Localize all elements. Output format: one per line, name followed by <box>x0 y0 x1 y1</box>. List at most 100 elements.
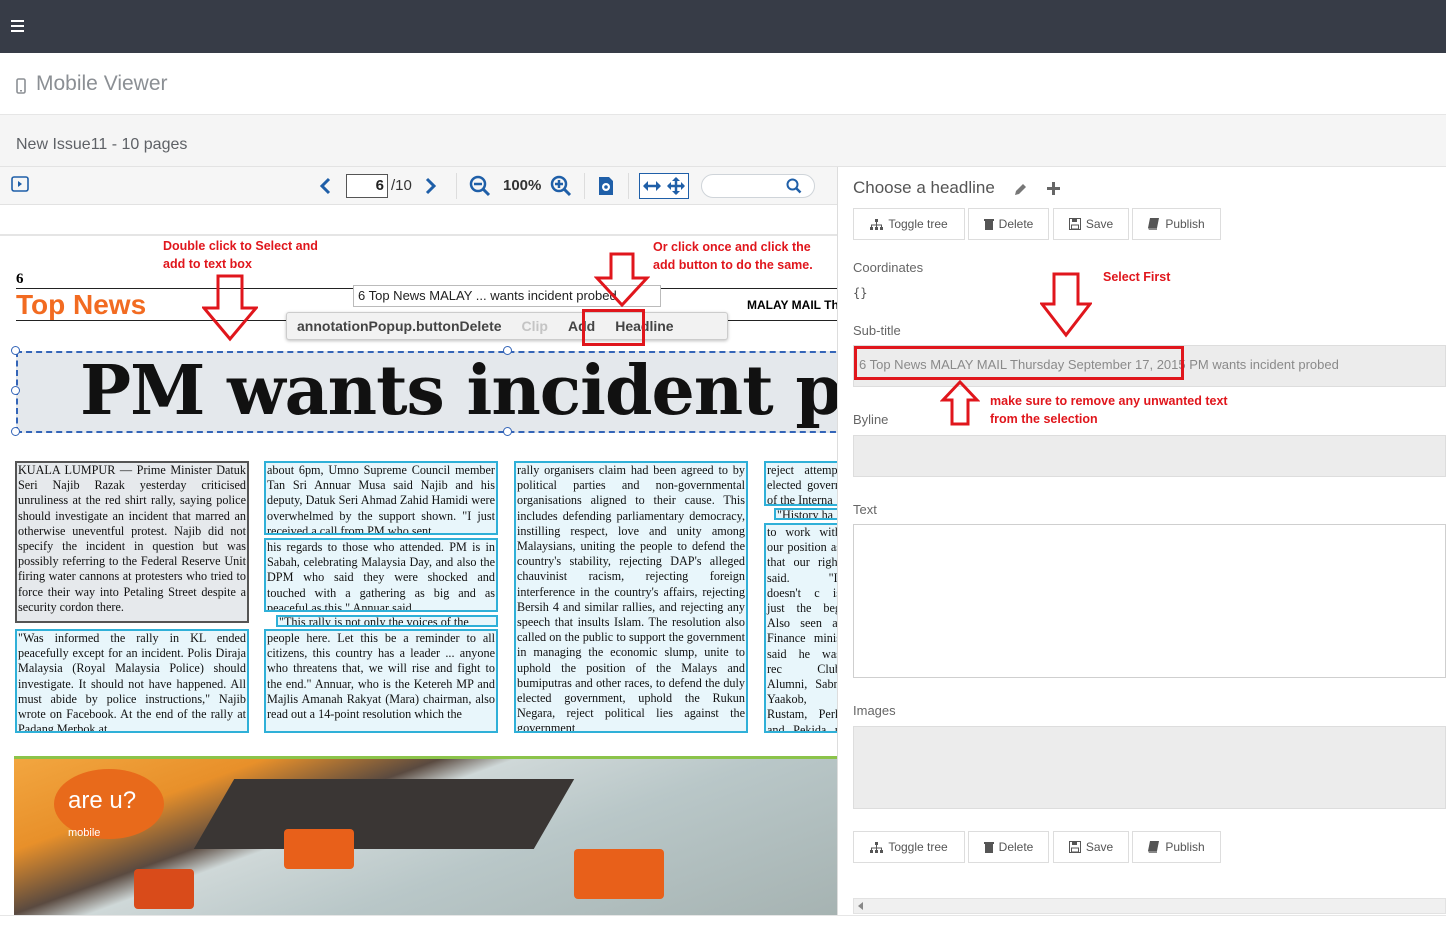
photo-sign: are u? mobile <box>54 769 164 839</box>
fit-width-icon[interactable] <box>642 178 662 194</box>
images-field[interactable] <box>853 726 1446 809</box>
coordinates-value: {} <box>853 286 868 300</box>
title-bar <box>0 53 1446 115</box>
save-button[interactable]: Save <box>1053 208 1129 240</box>
save-button-bottom[interactable]: Save <box>1053 831 1129 863</box>
resize-handle[interactable] <box>503 346 512 355</box>
toggle-tree-label: Toggle tree <box>888 840 948 854</box>
footer-strip <box>0 915 1446 936</box>
headline-selection[interactable]: PM wants incident probed <box>16 351 838 433</box>
add-plus-icon[interactable] <box>1047 182 1060 195</box>
delete-label: Delete <box>998 840 1034 854</box>
zoom-level: 100% <box>503 177 542 194</box>
popup-clip-button[interactable]: Clip <box>512 318 558 334</box>
text-field[interactable] <box>853 524 1446 678</box>
search-icon[interactable] <box>786 178 802 194</box>
trash-icon <box>983 842 994 853</box>
byline-field[interactable] <box>853 435 1446 477</box>
publish-label: Publish <box>1165 840 1205 854</box>
article-text: people here. Let this be a reminder to a… <box>267 631 495 722</box>
annotation-click-once: Or click once and click the add button to… <box>653 240 813 272</box>
scroll-left-icon[interactable] <box>858 902 864 910</box>
photo-display-counter <box>284 829 354 869</box>
zoom-out-icon[interactable] <box>469 175 491 197</box>
toolbar-separator <box>456 173 457 199</box>
page-title: Mobile Viewer <box>36 72 168 95</box>
article-block[interactable]: "Was informed the rally in KL ended peac… <box>15 629 249 733</box>
article-block[interactable]: to work with our position as that our ri… <box>764 523 838 733</box>
headline-text: PM wants incident probed <box>80 351 838 431</box>
toolbar-separator <box>584 173 585 199</box>
annotation-double-click: Double click to Select and add to text bo… <box>163 239 318 271</box>
toolbar-separator <box>628 173 629 199</box>
document-settings-icon[interactable] <box>597 176 615 196</box>
delete-button[interactable]: Delete <box>968 208 1049 240</box>
article-block[interactable]: KUALA LUMPUR — Prime Minister Datuk Seri… <box>15 461 249 623</box>
paper-masthead: MALAY MAIL Th <box>747 298 838 312</box>
add-highlight-box <box>582 309 645 346</box>
issue-title: New Issue11 - 10 pages <box>16 136 188 153</box>
sitemap-icon <box>870 218 884 230</box>
article-text: to work with our position as that our ri… <box>767 525 838 733</box>
sidebar-toggle-icon[interactable] <box>11 176 29 192</box>
next-page-icon[interactable] <box>424 177 438 195</box>
document-viewer: 6 /10 100% 6 Top News MALAY MAIL Th PM w… <box>0 167 838 915</box>
down-arrow-annotation <box>202 274 258 342</box>
viewer-toolbar: 6 /10 100% <box>0 167 837 205</box>
hamburger-menu-icon[interactable] <box>11 20 24 32</box>
page-separator <box>0 234 837 236</box>
up-arrow-annotation <box>940 380 980 426</box>
edit-pencil-icon[interactable] <box>1013 183 1027 197</box>
page-number-input[interactable]: 6 <box>346 174 388 198</box>
article-block[interactable]: about 6pm, Umno Supreme Council member T… <box>264 461 498 535</box>
article-photo[interactable]: are u? mobile <box>14 756 837 915</box>
toggle-tree-button-bottom[interactable]: Toggle tree <box>853 831 965 863</box>
article-block[interactable]: people here. Let this be a reminder to a… <box>264 629 498 733</box>
annotation-popup: annotationPopup.buttonDelete Clip Add He… <box>286 312 728 340</box>
top-navbar <box>0 0 1446 53</box>
annotation-select-first: Select First <box>1103 270 1171 284</box>
resize-handle[interactable] <box>11 346 20 355</box>
article-text: KUALA LUMPUR — Prime Minister Datuk Seri… <box>18 463 246 614</box>
photo-floor-area <box>193 779 575 849</box>
photo-display-counter <box>574 849 664 899</box>
fit-page-icon[interactable] <box>666 176 686 196</box>
horizontal-scrollbar[interactable] <box>853 898 1446 914</box>
coordinates-label: Coordinates <box>853 260 924 275</box>
delete-label: Delete <box>998 217 1034 231</box>
text-label: Text <box>853 502 877 517</box>
publish-label: Publish <box>1165 217 1205 231</box>
book-icon <box>1148 841 1160 853</box>
subtitle-label: Sub-title <box>853 323 901 338</box>
delete-button-bottom[interactable]: Delete <box>968 831 1049 863</box>
article-text: about 6pm, Umno Supreme Council member T… <box>267 463 495 535</box>
publish-button[interactable]: Publish <box>1132 208 1221 240</box>
floppy-disk-icon <box>1068 841 1081 853</box>
zoom-in-icon[interactable] <box>550 175 572 197</box>
toggle-tree-button[interactable]: Toggle tree <box>853 208 965 240</box>
floppy-disk-icon <box>1068 218 1081 230</box>
article-text: "This rally is not only the voices of th… <box>279 615 469 627</box>
article-text: "History ha <box>777 508 834 520</box>
page-canvas[interactable]: 6 Top News MALAY MAIL Th PM wants incide… <box>0 205 838 915</box>
article-block[interactable]: reject attempt elected govern of the Int… <box>764 461 837 506</box>
save-label: Save <box>1085 217 1114 231</box>
resize-handle[interactable] <box>11 427 20 436</box>
images-label: Images <box>853 703 896 718</box>
popup-delete-button[interactable]: annotationPopup.buttonDelete <box>287 318 512 334</box>
down-arrow-annotation <box>594 252 650 308</box>
resize-handle[interactable] <box>503 427 512 436</box>
resize-handle[interactable] <box>11 386 20 395</box>
annotation-remove-text: make sure to remove any unwanted text fro… <box>990 394 1228 426</box>
publish-button-bottom[interactable]: Publish <box>1132 831 1221 863</box>
article-text: rally organisers claim had been agreed t… <box>517 463 745 733</box>
book-icon <box>1148 218 1160 230</box>
article-text: "Was informed the rally in KL ended peac… <box>18 631 246 733</box>
article-block[interactable]: his regards to those who attended. PM is… <box>264 538 498 612</box>
photo-display-counter <box>134 869 194 909</box>
article-text: his regards to those who attended. PM is… <box>267 540 495 612</box>
article-block[interactable]: rally organisers claim had been agreed t… <box>514 461 748 733</box>
previous-page-icon[interactable] <box>318 177 332 195</box>
article-block[interactable]: "This rally is not only the voices of th… <box>276 615 498 627</box>
article-block[interactable]: "History ha <box>774 508 837 520</box>
